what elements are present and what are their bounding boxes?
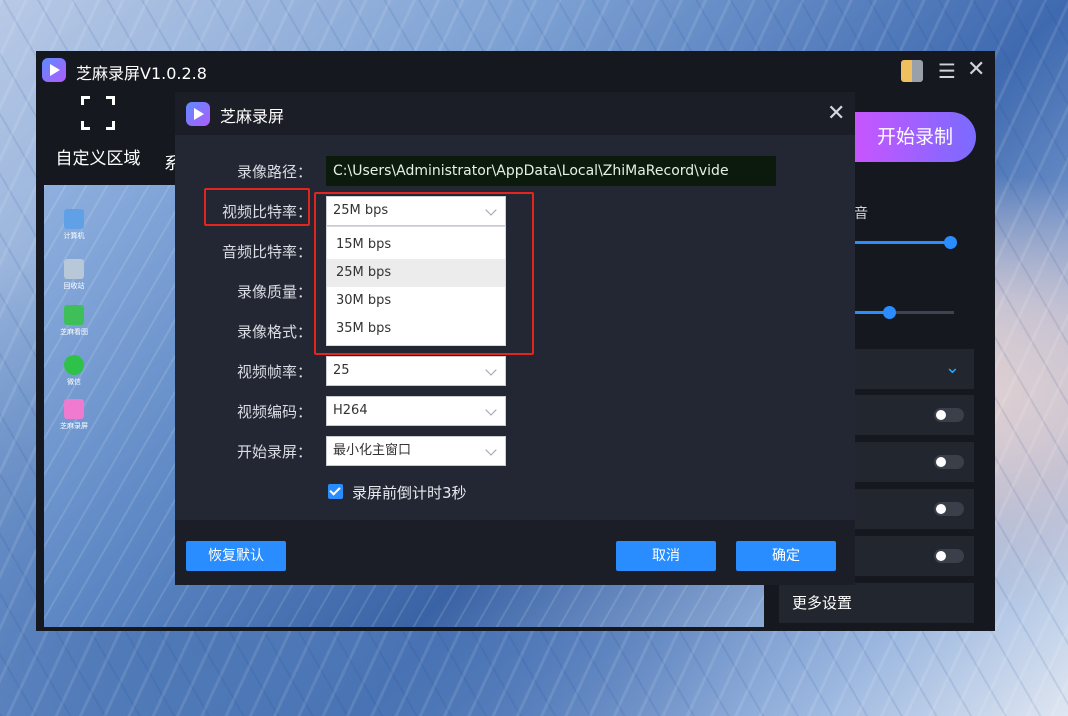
desktop-icon-wechat: 微信 bbox=[54, 355, 94, 387]
encoder-value: H264 bbox=[333, 403, 368, 418]
settings-dialog: 芝麻录屏 ✕ 录像路径： C:\Users\Administrator\AppD… bbox=[175, 92, 855, 585]
dialog-close-icon[interactable]: ✕ bbox=[827, 101, 845, 126]
mic-slider[interactable] bbox=[854, 306, 954, 319]
desktop-icon-label: 回收站 bbox=[63, 282, 85, 290]
volume-slider[interactable] bbox=[854, 236, 957, 249]
start-record-label: 开始录屏： bbox=[236, 443, 312, 461]
encoder-select[interactable]: H264 bbox=[326, 396, 506, 426]
framerate-label: 视频帧率： bbox=[236, 363, 312, 381]
record-path-field[interactable]: C:\Users\Administrator\AppData\Local\Zhi… bbox=[326, 156, 776, 186]
framerate-value: 25 bbox=[333, 363, 350, 378]
image-viewer-icon bbox=[64, 305, 84, 325]
toggle-row bbox=[854, 395, 974, 435]
dialog-logo-icon bbox=[186, 102, 210, 126]
audio-bitrate-label: 音频比特率： bbox=[221, 243, 312, 261]
desktop-icon-label: 计算机 bbox=[63, 232, 85, 240]
audio-label-partial: 音 bbox=[854, 206, 868, 222]
cancel-button[interactable]: 取消 bbox=[616, 541, 716, 571]
desktop-icon-image-viewer: 芝麻看图 bbox=[54, 305, 94, 337]
reset-default-button[interactable]: 恢复默认 bbox=[186, 541, 286, 571]
chevron-down-icon[interactable]: ⌄ bbox=[945, 357, 960, 378]
desktop-icon-computer: 计算机 bbox=[54, 209, 94, 241]
highlight-box-dropdown bbox=[314, 192, 534, 355]
dropdown-row[interactable]: ⌄ bbox=[854, 349, 974, 389]
framerate-select[interactable]: 25 bbox=[326, 356, 506, 386]
format-label: 录像格式： bbox=[236, 323, 312, 341]
desktop-icon-recycle-bin: 回收站 bbox=[54, 259, 94, 291]
region-select-icon bbox=[81, 96, 115, 130]
desktop-icon-recorder: 芝麻录屏 bbox=[54, 399, 94, 431]
countdown-label: 录屏前倒计时3秒 bbox=[352, 484, 467, 502]
menu-icon[interactable]: ☰ bbox=[938, 59, 956, 83]
more-settings-button[interactable]: 更多设置 bbox=[779, 583, 974, 623]
close-icon[interactable]: ✕ bbox=[967, 57, 985, 82]
countdown-checkbox[interactable] bbox=[328, 484, 343, 499]
desktop-icon-label: 芝麻录屏 bbox=[60, 422, 88, 430]
quality-label: 录像质量： bbox=[236, 283, 312, 301]
wechat-icon bbox=[64, 355, 84, 375]
dialog-header: 芝麻录屏 ✕ bbox=[175, 92, 855, 135]
skin-icon[interactable] bbox=[901, 60, 923, 82]
title-bar: 芝麻录屏V1.0.2.8 ☰ ✕ bbox=[36, 51, 995, 89]
chevron-down-icon bbox=[485, 404, 497, 416]
dialog-footer: 恢复默认 取消 确定 bbox=[175, 520, 855, 585]
app-logo-icon bbox=[42, 58, 66, 82]
toggle-switch[interactable] bbox=[934, 549, 964, 563]
desktop-icon-label: 芝麻看图 bbox=[60, 328, 88, 336]
slider-knob[interactable] bbox=[944, 236, 957, 249]
app-title: 芝麻录屏V1.0.2.8 bbox=[76, 64, 207, 83]
recorder-app-icon bbox=[64, 399, 84, 419]
custom-area-button[interactable]: 自定义区域 bbox=[50, 96, 146, 169]
computer-icon bbox=[64, 209, 84, 229]
path-label: 录像路径： bbox=[236, 163, 312, 181]
dialog-title: 芝麻录屏 bbox=[220, 107, 285, 126]
highlight-box-label bbox=[204, 188, 310, 226]
toggle-row bbox=[854, 489, 974, 529]
confirm-button[interactable]: 确定 bbox=[736, 541, 836, 571]
encoder-label: 视频编码： bbox=[236, 403, 312, 421]
start-record-button[interactable]: 开始录制 bbox=[854, 112, 976, 162]
recycle-bin-icon bbox=[64, 259, 84, 279]
start-record-value: 最小化主窗口 bbox=[333, 443, 412, 458]
toggle-switch[interactable] bbox=[934, 502, 964, 516]
right-settings-panel: 音 ⌄ bbox=[854, 185, 978, 627]
toggle-switch[interactable] bbox=[934, 408, 964, 422]
toggle-row bbox=[854, 536, 974, 576]
custom-area-label: 自定义区域 bbox=[55, 149, 141, 169]
chevron-down-icon bbox=[485, 364, 497, 376]
desktop-icon-label: 微信 bbox=[67, 378, 81, 386]
start-record-select[interactable]: 最小化主窗口 bbox=[326, 436, 506, 466]
toggle-row bbox=[854, 442, 974, 482]
countdown-option[interactable]: 录屏前倒计时3秒 bbox=[328, 482, 467, 503]
toggle-switch[interactable] bbox=[934, 455, 964, 469]
slider-knob[interactable] bbox=[883, 306, 896, 319]
chevron-down-icon bbox=[485, 444, 497, 456]
